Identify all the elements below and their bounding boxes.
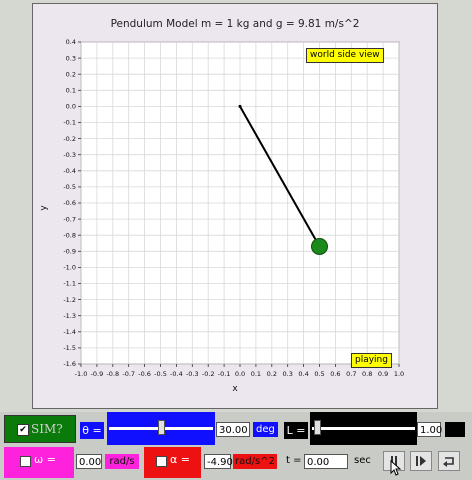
theta-label: θ = (80, 422, 104, 439)
y-tick-label: -1.3 (63, 312, 76, 320)
y-tick-label: -0.1 (63, 119, 76, 127)
y-tick-label: -1.6 (63, 360, 76, 368)
sim-toggle[interactable]: ✔ SIM? (4, 415, 76, 443)
y-tick-label: -1.2 (63, 296, 76, 304)
x-axis-label: x (232, 384, 238, 394)
x-tick-label: -0.6 (138, 370, 151, 378)
y-tick-label: -0.7 (63, 215, 76, 223)
x-tick-label: 0.9 (378, 370, 388, 378)
theta-input[interactable]: 30.00 (216, 422, 250, 437)
x-tick-label: -0.4 (170, 370, 183, 378)
time-label: t = (286, 455, 302, 466)
time-input: 0.00 (304, 454, 348, 469)
time-unit: sec (354, 455, 371, 466)
alpha-checkbox[interactable] (156, 456, 167, 467)
y-tick-label: 0.3 (66, 54, 76, 62)
y-tick-label: 0.1 (66, 87, 76, 95)
omega-checkbox[interactable] (20, 456, 31, 467)
length-slider[interactable] (310, 412, 417, 445)
y-tick-label: -1.5 (63, 344, 76, 352)
omega-input[interactable]: 0.00 (76, 454, 102, 469)
y-tick-label: -0.8 (63, 231, 76, 239)
pendulum-pivot (238, 104, 242, 108)
pendulum-plot: Pendulum Model m = 1 kg and g = 9.81 m/s… (39, 18, 404, 394)
theta-slider-thumb[interactable] (157, 420, 165, 435)
x-tick-label: -0.1 (218, 370, 231, 378)
reset-icon (443, 457, 454, 467)
theta-unit: deg (253, 422, 278, 437)
x-tick-label: 0.3 (283, 370, 293, 378)
reset-button[interactable] (438, 451, 460, 471)
x-tick-label: -0.3 (186, 370, 199, 378)
plot-panel: Pendulum Model m = 1 kg and g = 9.81 m/s… (32, 3, 438, 409)
x-tick-label: -1.0 (75, 370, 88, 378)
y-tick-label: -0.3 (63, 151, 76, 159)
y-tick-label: -0.4 (63, 167, 76, 175)
length-slider-track (312, 427, 415, 430)
alpha-group: α = (144, 447, 201, 478)
x-tick-label: -0.9 (91, 370, 104, 378)
x-tick-label: -0.7 (122, 370, 135, 378)
omega-label: ω = (34, 453, 56, 466)
plot-title: Pendulum Model m = 1 kg and g = 9.81 m/s… (111, 18, 360, 30)
y-tick-label: -0.2 (63, 135, 76, 143)
y-tick-label: -0.6 (63, 199, 76, 207)
alpha-input[interactable]: -4.90 (204, 454, 233, 469)
x-tick-label: -0.8 (106, 370, 119, 378)
length-unit-box (445, 422, 465, 437)
x-tick-label: 0.2 (267, 370, 277, 378)
alpha-label: α = (170, 453, 190, 466)
omega-group: ω = (4, 447, 74, 478)
length-slider-thumb[interactable] (313, 420, 321, 435)
y-tick-label: 0.0 (66, 103, 76, 111)
x-tick-label: -0.5 (154, 370, 167, 378)
mouse-cursor-icon (390, 460, 402, 476)
sim-checkbox[interactable]: ✔ (17, 424, 29, 436)
y-tick-label: 0.2 (66, 70, 76, 78)
x-tick-label: -0.2 (202, 370, 215, 378)
y-tick-label: -0.5 (63, 183, 76, 191)
y-tick-label: -1.1 (63, 280, 76, 288)
x-tick-label: 0.0 (235, 370, 245, 378)
step-forward-button[interactable] (410, 451, 432, 471)
pendulum-bob[interactable] (311, 237, 328, 255)
length-label: L = (284, 422, 308, 439)
y-axis-label: y (39, 205, 49, 211)
y-tick-label: -1.0 (63, 264, 76, 272)
y-tick-label: -1.4 (63, 328, 76, 336)
x-tick-label: 0.6 (330, 370, 340, 378)
x-tick-label: 1.0 (394, 370, 404, 378)
length-input[interactable]: 1.00 (417, 422, 442, 437)
x-tick-label: 0.8 (362, 370, 372, 378)
controls-row-1: ✔ SIM? θ = 30.00 deg L = 1.00 (0, 412, 472, 446)
x-tick-label: 0.5 (314, 370, 324, 378)
alpha-unit: rad/s^2 (233, 454, 277, 469)
step-forward-icon (416, 456, 426, 466)
y-tick-label: 0.4 (66, 38, 76, 46)
world-side-view-tag[interactable]: world side view (306, 48, 384, 63)
omega-unit: rad/s (105, 454, 139, 469)
theta-slider[interactable] (107, 412, 215, 445)
x-tick-label: 0.7 (346, 370, 356, 378)
sim-label: SIM? (31, 422, 63, 436)
y-tick-label: -0.9 (63, 248, 76, 256)
playing-status-tag: playing (351, 353, 392, 368)
x-tick-label: 0.1 (251, 370, 261, 378)
x-tick-label: 0.4 (298, 370, 308, 378)
controls-row-2: ω = 0.00 rad/s α = -4.90 rad/s^2 t = 0.0… (0, 446, 472, 480)
